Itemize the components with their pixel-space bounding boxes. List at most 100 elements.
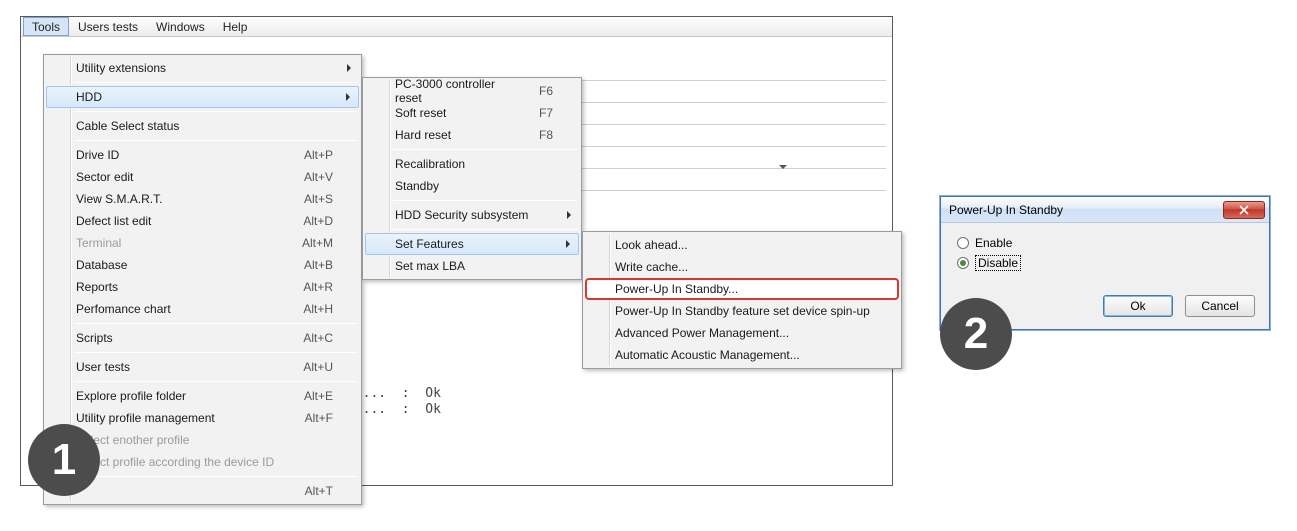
- menu-hdd-item[interactable]: Set max LBA: [365, 255, 579, 277]
- menu-hdd-item[interactable]: Set Features: [365, 233, 579, 255]
- menu-item-label: Set Features: [395, 237, 553, 251]
- menu-tools-item[interactable]: Scripts Alt+C: [46, 327, 359, 349]
- menu-hdd-item[interactable]: PC-3000 controller resetF6: [365, 80, 579, 102]
- radio-label: Disable: [975, 255, 1021, 271]
- menu-hdd: PC-3000 controller resetF6Soft resetF7Ha…: [362, 77, 582, 280]
- menu-tools-item[interactable]: Database Alt+B: [46, 254, 359, 276]
- menu-tools-separator: [74, 111, 357, 112]
- menu-item-label: Defect list edit: [76, 214, 263, 228]
- cancel-button[interactable]: Cancel: [1185, 295, 1255, 317]
- menu-tools-separator: [74, 82, 357, 83]
- radio-option-disable[interactable]: Disable: [957, 253, 1253, 273]
- menu-set-features-item[interactable]: Write cache...: [585, 256, 899, 278]
- menu-item-label: Cable Select status: [76, 119, 333, 133]
- menu-tools-item[interactable]: Sector edit Alt+V: [46, 166, 359, 188]
- menu-set-features-item[interactable]: Advanced Power Management...: [585, 322, 899, 344]
- dialog-close-button[interactable]: [1223, 201, 1265, 219]
- dropdown-arrow-icon: [779, 165, 787, 169]
- menu-tools-item[interactable]: User tests Alt+U: [46, 356, 359, 378]
- menu-tools-item[interactable]: HDD: [46, 86, 359, 108]
- menu-item-shortcut: Alt+V: [304, 170, 333, 184]
- menu-tools-item[interactable]: Perfomance chart Alt+H: [46, 298, 359, 320]
- menu-tools-item[interactable]: Reports Alt+R: [46, 276, 359, 298]
- menubar-item-help[interactable]: Help: [214, 17, 257, 36]
- menu-item-label: Power-Up In Standby feature set device s…: [615, 304, 873, 318]
- radio-icon: [957, 237, 969, 249]
- menu-set-features-item[interactable]: Look ahead...: [585, 234, 899, 256]
- menu-tools-item[interactable]: Utility extensions: [46, 57, 359, 79]
- menu-tools-item[interactable]: Explore profile folderAlt+E: [46, 385, 359, 407]
- menu-hdd-item[interactable]: Soft resetF7: [365, 102, 579, 124]
- menu-item-label: Utility profile management: [76, 411, 265, 425]
- menu-item-shortcut: Alt+S: [304, 192, 333, 206]
- menu-item-label: Drive ID: [76, 148, 264, 162]
- menu-hdd-item[interactable]: Standby: [365, 175, 579, 197]
- dialog-body: Enable Disable: [941, 223, 1269, 273]
- menu-item-label: Perfomance chart: [76, 302, 263, 316]
- radio-option-enable[interactable]: Enable: [957, 233, 1253, 253]
- menu-item-shortcut: Alt+E: [304, 389, 333, 403]
- menu-item-label: Select profile according the device ID: [76, 455, 333, 469]
- menu-item-label: Database: [76, 258, 264, 272]
- menu-tools-separator: [74, 352, 357, 353]
- menu-item-label: HDD: [76, 90, 333, 104]
- menu-item-shortcut: F7: [539, 106, 553, 120]
- menu-tools-item: Terminal Alt+M: [46, 232, 359, 254]
- menu-item-shortcut: Alt+B: [304, 258, 333, 272]
- menu-set-features-item[interactable]: Automatic Acoustic Management...: [585, 344, 899, 366]
- menu-hdd-item[interactable]: Recalibration: [365, 153, 579, 175]
- menu-item-label: Select enother profile: [76, 433, 333, 447]
- menu-hdd-item[interactable]: HDD Security subsystem: [365, 204, 579, 226]
- menubar-item-users-tests[interactable]: Users tests: [69, 17, 147, 36]
- dialog-titlebar: Power-Up In Standby: [941, 197, 1269, 223]
- menu-item-label: Terminal: [76, 236, 262, 250]
- menu-tools-item[interactable]: Utility profile management Alt+F: [46, 407, 359, 429]
- menu-item-label: PC-3000 controller reset: [395, 77, 499, 105]
- menu-item-label: User tests: [76, 360, 263, 374]
- menu-item-label: Scripts: [76, 331, 263, 345]
- menu-item-label: Automatic Acoustic Management...: [615, 348, 873, 362]
- menu-item-shortcut: Alt+C: [303, 331, 333, 345]
- dialog-button-row: Ok Cancel: [1103, 295, 1255, 317]
- menu-item-shortcut: F8: [539, 128, 553, 142]
- callout-badge-1: 1: [28, 424, 100, 496]
- menu-item-shortcut: Alt+H: [303, 302, 333, 316]
- menu-set-features-item[interactable]: Power-Up In Standby feature set device s…: [585, 300, 899, 322]
- menu-hdd-item[interactable]: Hard resetF8: [365, 124, 579, 146]
- menu-item-label: Reports: [76, 280, 263, 294]
- callout-badge-2: 2: [940, 298, 1012, 370]
- menu-item-shortcut: Alt+D: [303, 214, 333, 228]
- menu-item-label: Sector edit: [76, 170, 264, 184]
- menubar-item-tools[interactable]: Tools: [23, 17, 69, 36]
- menu-tools-item[interactable]: View S.M.A.R.T. Alt+S: [46, 188, 359, 210]
- menu-hdd-separator: [393, 149, 577, 150]
- menu-tools-item[interactable]: Defect list edit Alt+D: [46, 210, 359, 232]
- menu-item-shortcut: Alt+U: [303, 360, 333, 374]
- menu-item-label: Power-Up In Standby...: [615, 282, 873, 296]
- menubar-item-windows[interactable]: Windows: [147, 17, 214, 36]
- menu-item-shortcut: Alt+R: [303, 280, 333, 294]
- menu-item-label: View S.M.A.R.T.: [76, 192, 264, 206]
- menubar: Tools Users tests Windows Help: [21, 17, 892, 37]
- menu-hdd-separator: [393, 200, 577, 201]
- menu-tools-separator: [74, 476, 357, 477]
- menu-item-shortcut: Alt+M: [302, 236, 333, 250]
- menu-item-label: Standby: [395, 179, 553, 193]
- dialog-title: Power-Up In Standby: [949, 203, 1223, 217]
- menu-item-shortcut: Alt+F: [305, 411, 333, 425]
- menu-tools-item[interactable]: Drive IDAlt+P: [46, 144, 359, 166]
- menu-item-label: Advanced Power Management...: [615, 326, 873, 340]
- menu-item-label: Set max LBA: [395, 259, 553, 273]
- menu-tools-separator: [74, 381, 357, 382]
- close-icon: [1239, 205, 1249, 215]
- menu-item-label: HDD Security subsystem: [395, 208, 553, 222]
- menu-set-features-item[interactable]: Power-Up In Standby...: [585, 278, 899, 300]
- menu-item-label: Utility extensions: [76, 61, 333, 75]
- ok-button[interactable]: Ok: [1103, 295, 1173, 317]
- menu-tools-separator: [74, 323, 357, 324]
- menu-tools-item[interactable]: Alt+T: [46, 480, 359, 502]
- menu-item-shortcut: Alt+T: [305, 484, 333, 498]
- menu-item-label: Recalibration: [395, 157, 553, 171]
- menu-hdd-separator: [393, 229, 577, 230]
- menu-tools-item[interactable]: Cable Select status: [46, 115, 359, 137]
